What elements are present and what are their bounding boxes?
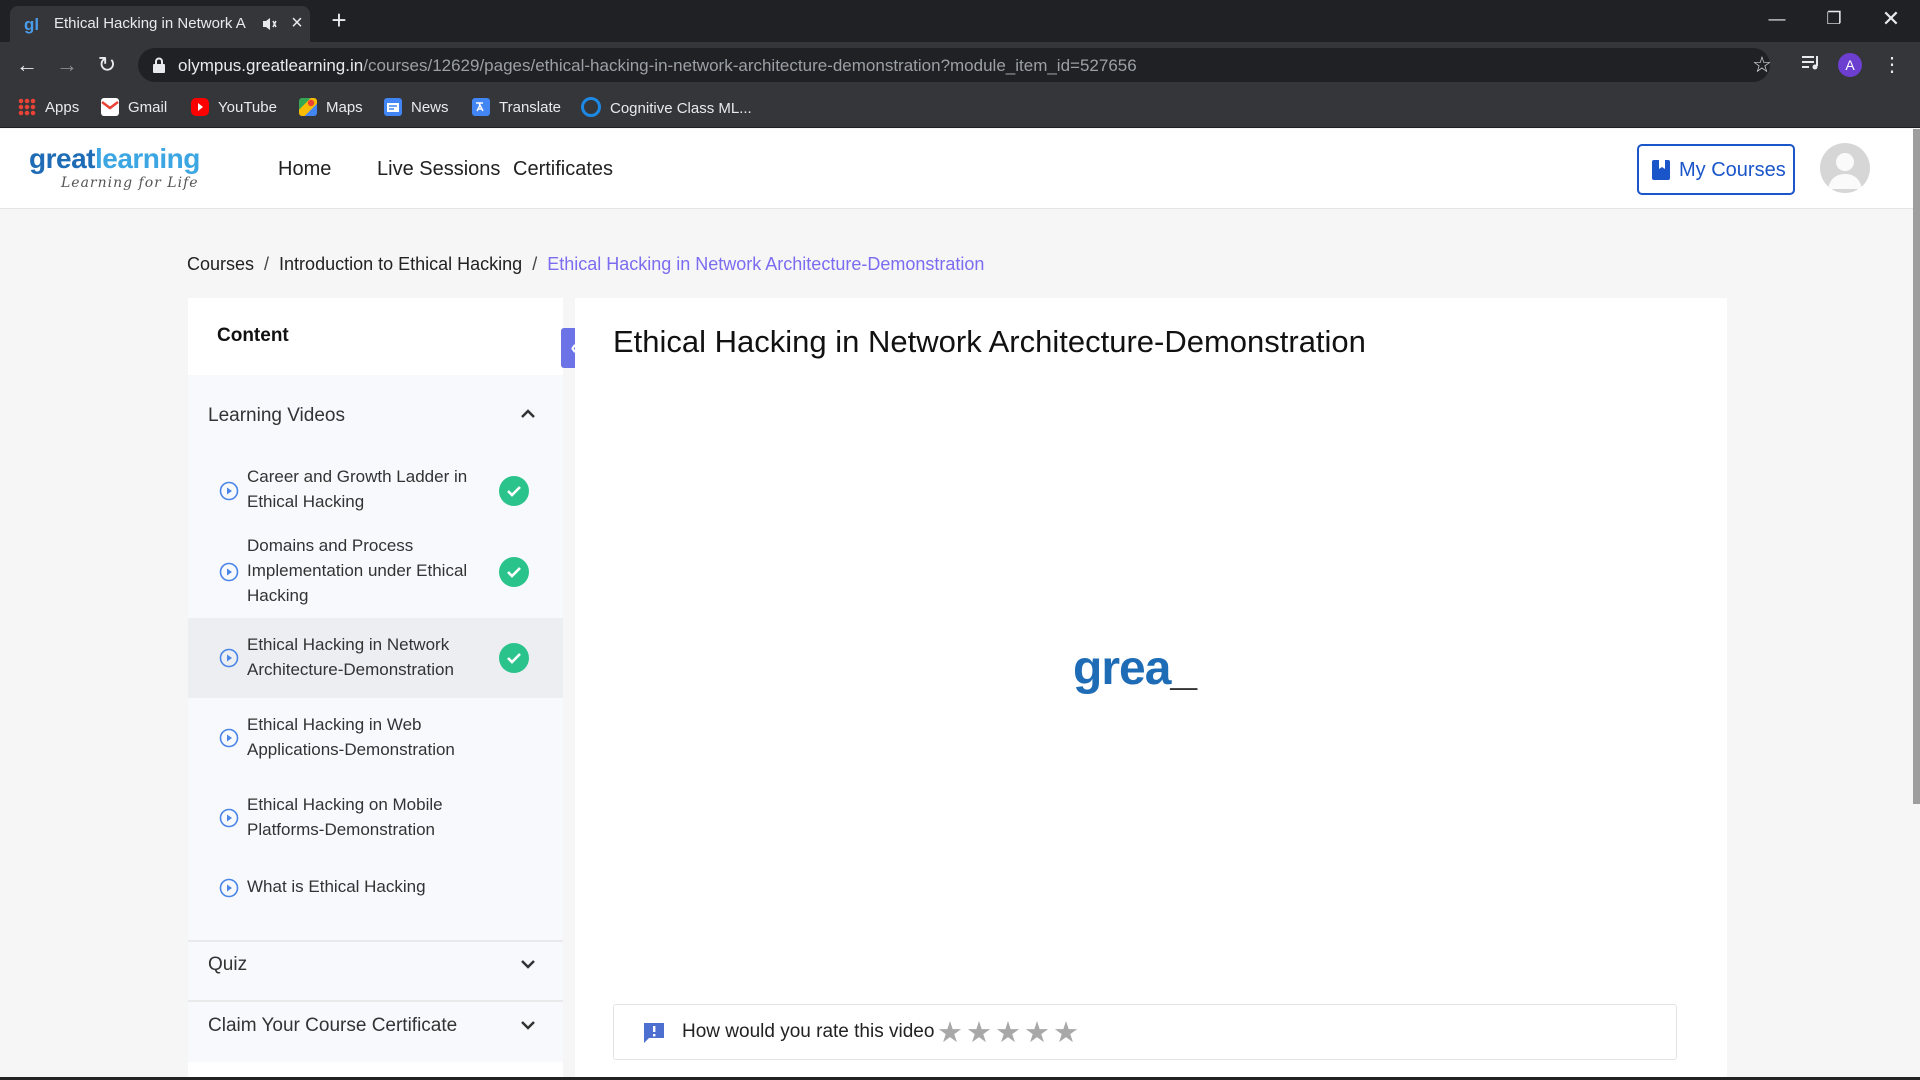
book-icon [1651,159,1671,181]
breadcrumb-current-page: Ethical Hacking in Network Architecture-… [547,254,985,274]
list-item-video-active[interactable]: Ethical Hacking in Network Architecture-… [188,618,563,698]
user-avatar[interactable] [1820,143,1870,193]
section-certificate[interactable]: Claim Your Course Certificate [188,1002,563,1062]
url-text[interactable]: olympus.greatlearning.in/courses/12629/p… [178,56,1678,76]
play-circle-icon [219,878,239,898]
video-title: Ethical Hacking on Mobile Platforms-Demo… [247,795,443,839]
rating-prompt: How would you rate this video [682,1021,935,1042]
my-courses-button[interactable]: My Courses [1637,144,1795,195]
video-title: What is Ethical Hacking [247,877,426,896]
bookmark-gmail[interactable]: Gmail [101,97,167,119]
section-quiz-header[interactable]: Quiz [208,954,247,976]
profile-avatar[interactable]: A [1838,53,1862,77]
page-scrollbar[interactable] [1913,129,1920,804]
cognitive-class-icon [581,97,601,117]
reload-icon[interactable]: ↻ [93,51,121,79]
breadcrumb-separator: / [532,254,538,274]
window-minimize-button[interactable]: — [1757,6,1797,32]
bookmarks-bar: Apps Gmail YouTube Maps News Translate C… [0,88,1920,128]
play-circle-icon [219,808,239,828]
list-item-video[interactable]: Domains and Process Implementation under… [188,526,563,618]
media-control-icon[interactable] [1797,51,1825,79]
my-courses-label: My Courses [1679,159,1786,181]
tab-title: Ethical Hacking in Network A [54,15,246,32]
bookmark-apps[interactable]: Apps [18,97,79,119]
gmail-icon [101,98,119,116]
chevron-up-icon[interactable] [518,404,538,424]
section-certificate-header[interactable]: Claim Your Course Certificate [208,1015,457,1037]
greatlearning-logo[interactable]: greatlearning Learning for Life [29,143,229,191]
list-item-video[interactable]: Career and Growth Ladder in Ethical Hack… [188,456,563,526]
forward-arrow-icon[interactable]: → [53,51,81,79]
breadcrumb-separator: / [264,254,270,274]
completed-check-icon [499,643,529,673]
window-restore-button[interactable]: ❐ [1814,6,1854,32]
breadcrumb: Courses / Introduction to Ethical Hacking /… [187,254,984,278]
video-title: Ethical Hacking in Network Architecture-… [247,635,454,679]
completed-check-icon [499,476,529,506]
play-circle-icon [219,562,239,582]
bookmark-youtube[interactable]: YouTube [191,97,277,119]
tab-close-icon[interactable]: × [288,13,306,33]
chevron-down-icon[interactable] [518,1015,538,1035]
chevron-down-icon[interactable] [518,954,538,974]
feedback-icon [642,1021,666,1045]
browser-tab[interactable]: gl Ethical Hacking in Network A × [10,6,310,42]
list-item-video[interactable]: Ethical Hacking in Web Applications-Demo… [188,698,563,778]
completed-check-icon [499,557,529,587]
tab-audio-icon[interactable] [262,17,278,31]
news-icon [384,98,402,116]
maps-icon [299,98,317,116]
breadcrumb-course[interactable]: Introduction to Ethical Hacking [279,254,522,274]
video-title: Ethical Hacking in Web Applications-Demo… [247,715,455,759]
bookmark-cognitive-class[interactable]: Cognitive Class ML... [581,97,752,119]
tab-favicon-icon: gl [24,15,40,34]
browser-menu-icon[interactable]: ⋮ [1878,51,1906,79]
video-rating-bar: How would you rate this video ★★★★★ [613,1004,1677,1060]
breadcrumb-courses[interactable]: Courses [187,254,254,274]
logo-tagline: Learning for Life [61,175,199,191]
bookmark-maps[interactable]: Maps [299,97,363,119]
sidebar-title: Content [217,325,289,346]
lock-icon[interactable] [152,57,166,73]
video-player[interactable]: grea_ [1073,641,1197,701]
star-rating-input[interactable]: ★★★★★ [937,1015,1082,1049]
nav-live-sessions[interactable]: Live Sessions [377,158,500,182]
browser-tabstrip: gl Ethical Hacking in Network A × + — ❐ … [0,0,1920,42]
video-title: Career and Growth Ladder in Ethical Hack… [247,467,468,511]
video-title: Domains and Process Implementation under… [247,536,468,605]
play-circle-icon [219,648,239,668]
back-arrow-icon[interactable]: ← [13,51,41,79]
address-bar[interactable]: olympus.greatlearning.in/courses/12629/p… [138,48,1772,82]
site-header: greatlearning Learning for Life Home Liv… [0,129,1920,209]
bookmark-translate[interactable]: Translate [472,97,561,119]
play-circle-icon [219,728,239,748]
translate-icon [472,98,490,116]
video-loading-logo: grea [1073,642,1171,695]
bookmark-news[interactable]: News [384,97,449,119]
youtube-icon [191,98,209,116]
page-title: Ethical Hacking in Network Architecture-… [613,324,1366,359]
browser-toolbar: ← → ↻ olympus.greatlearning.in/courses/1… [0,42,1920,88]
course-content-sidebar: Content Learning Videos Career and Growt… [188,298,563,1080]
video-loading-cursor: _ [1170,642,1197,695]
window-close-button[interactable]: ✕ [1871,6,1911,32]
nav-home[interactable]: Home [278,158,331,182]
new-tab-button[interactable]: + [326,6,352,34]
list-item-video[interactable]: What is Ethical Hacking [188,858,563,918]
section-learning-videos: Learning Videos Career and Growth Ladder… [188,375,563,940]
play-circle-icon [219,481,239,501]
apps-grid-icon [18,98,36,116]
main-content: Ethical Hacking in Network Architecture-… [575,298,1727,1080]
bookmark-star-icon[interactable]: ☆ [1750,52,1774,78]
list-item-video[interactable]: Ethical Hacking on Mobile Platforms-Demo… [188,778,563,858]
section-quiz[interactable]: Quiz [188,942,563,1000]
nav-certificates[interactable]: Certificates [513,158,613,182]
section-learning-videos-header[interactable]: Learning Videos [208,405,345,427]
